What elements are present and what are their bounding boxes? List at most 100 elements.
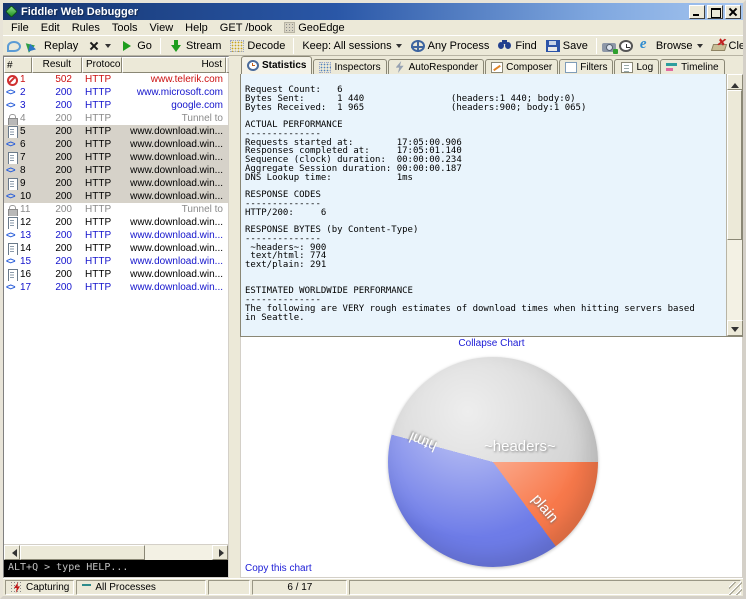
resize-grip-icon[interactable]: [729, 582, 742, 595]
column-header-protocol[interactable]: Protocol: [82, 57, 122, 73]
host-cell: www.download.win...: [122, 282, 226, 293]
menu-item-edit[interactable]: Edit: [35, 21, 66, 35]
clear-cache-button[interactable]: Clear Cache: [709, 39, 746, 53]
replay-icon: [27, 39, 41, 53]
tab-log[interactable]: Log: [614, 59, 659, 74]
session-row[interactable]: 3200HTTPgoogle.com/: [4, 99, 228, 112]
any-process-button[interactable]: Any Process: [408, 38, 493, 53]
capturing-status[interactable]: Capturing: [5, 580, 74, 595]
host-cell: www.microsoft.com: [122, 87, 226, 98]
host-cell: www.download.win...: [122, 165, 226, 176]
vertical-scrollbar[interactable]: [726, 74, 742, 336]
collapse-chart-link[interactable]: Collapse Chart: [458, 338, 524, 349]
delete-button[interactable]: [84, 38, 114, 54]
scroll-up-icon[interactable]: [727, 74, 743, 90]
session-number: 10: [20, 191, 31, 202]
maximize-button[interactable]: [707, 5, 723, 19]
session-row[interactable]: 11200HTTPTunnel togo: [4, 203, 228, 216]
status-message-cell: [349, 580, 741, 595]
panel-splitter[interactable]: [229, 56, 240, 578]
minimize-button[interactable]: [689, 5, 705, 19]
session-row[interactable]: 5200HTTPwww.download.win.../m: [4, 125, 228, 138]
session-number-cell: 4: [4, 113, 32, 125]
fiddler-window: Fiddler Web Debugger FileEditRulesToolsV…: [0, 0, 746, 599]
session-row[interactable]: 17200HTTPwww.download.win.../m: [4, 281, 228, 294]
session-row[interactable]: 7200HTTPwww.download.win.../m: [4, 151, 228, 164]
menu-item-file[interactable]: File: [5, 21, 35, 35]
browser-icon: [639, 39, 653, 53]
session-row[interactable]: 8200HTTPwww.download.win.../m: [4, 164, 228, 177]
session-number: 2: [20, 87, 26, 98]
binoculars-icon: [498, 39, 512, 53]
column-header-result[interactable]: Result: [32, 57, 82, 73]
doc-icon: [6, 243, 18, 255]
replay-button[interactable]: Replay: [24, 38, 81, 54]
session-row[interactable]: 16200HTTPwww.download.win.../m: [4, 268, 228, 281]
result-cell: 502: [32, 74, 82, 85]
session-row[interactable]: 2200HTTPwww.microsoft.com/is: [4, 86, 228, 99]
save-button[interactable]: Save: [543, 38, 591, 53]
scroll-right-icon[interactable]: [212, 545, 228, 560]
scroll-left-icon[interactable]: [4, 545, 20, 560]
session-row[interactable]: 4200HTTPTunnel togo: [4, 112, 228, 125]
code-icon: [6, 256, 18, 268]
tab-filters[interactable]: Filters: [559, 59, 613, 74]
host-cell: www.download.win...: [122, 217, 226, 228]
result-cell: 200: [32, 243, 82, 254]
close-button[interactable]: [725, 5, 741, 19]
lock-icon: [6, 113, 18, 125]
column-header-#[interactable]: #: [4, 57, 32, 73]
session-number-cell: 3: [4, 100, 32, 112]
session-number-cell: 10: [4, 191, 32, 203]
session-row[interactable]: 15200HTTPwww.download.win.../m: [4, 255, 228, 268]
horizontal-scrollbar[interactable]: [4, 544, 228, 560]
stream-button[interactable]: Stream: [166, 38, 224, 54]
scroll-track[interactable]: [727, 240, 742, 320]
tab-composer[interactable]: Composer: [485, 59, 558, 74]
session-number-cell: 11: [4, 204, 32, 216]
doc-icon: [6, 126, 18, 138]
find-button[interactable]: Find: [495, 38, 539, 54]
column-header-host[interactable]: Host: [122, 57, 226, 73]
scroll-thumb[interactable]: [20, 545, 145, 560]
timer-icon[interactable]: [619, 40, 633, 52]
session-number: 3: [20, 100, 26, 111]
tab-statistics[interactable]: Statistics: [241, 56, 312, 74]
session-row[interactable]: 13200HTTPwww.download.win.../m: [4, 229, 228, 242]
tab-timeline[interactable]: Timeline: [660, 59, 724, 74]
toolbar-separator: [596, 38, 597, 54]
details-panel: StatisticsInspectorsAutoResponder Compose…: [240, 56, 743, 578]
menu-item-tools[interactable]: Tools: [106, 21, 144, 35]
tab-inspectors[interactable]: Inspectors: [313, 59, 386, 74]
menu-item-view[interactable]: View: [144, 21, 180, 35]
session-row[interactable]: 9200HTTPwww.download.win.../m: [4, 177, 228, 190]
session-row[interactable]: 10200HTTPwww.download.win.../m: [4, 190, 228, 203]
tab-label: Composer: [506, 62, 552, 73]
scroll-thumb[interactable]: [727, 90, 742, 240]
session-number: 17: [20, 282, 31, 293]
menu-item-get-book[interactable]: GET /book: [214, 21, 278, 35]
quickexec-input[interactable]: ALT+Q > type HELP...: [4, 560, 228, 577]
session-row[interactable]: 6200HTTPwww.download.win.../m: [4, 138, 228, 151]
session-number: 6: [20, 139, 26, 150]
menu-item-help[interactable]: Help: [179, 21, 214, 35]
scroll-down-icon[interactable]: [727, 320, 743, 336]
delete-icon: [87, 39, 101, 53]
go-button[interactable]: Go: [117, 38, 155, 54]
session-row[interactable]: 14200HTTPwww.download.win.../m: [4, 242, 228, 255]
decode-button[interactable]: Decode: [227, 38, 288, 53]
session-row[interactable]: 12200HTTPwww.download.win.../m: [4, 216, 228, 229]
screenshot-icon[interactable]: [602, 43, 616, 52]
menu-item-rules[interactable]: Rules: [66, 21, 106, 35]
menu-item-geoedge[interactable]: GeoEdge: [278, 21, 350, 35]
window-title: Fiddler Web Debugger: [21, 6, 687, 18]
session-row[interactable]: 1502HTTPwww.telerik.com/U: [4, 73, 228, 86]
tab-autoresponder[interactable]: AutoResponder: [388, 59, 485, 74]
comment-icon[interactable]: [7, 41, 21, 52]
menu-bar: FileEditRulesToolsViewHelpGET /bookGeoEd…: [3, 20, 743, 35]
copy-chart-link[interactable]: Copy this chart: [245, 563, 312, 574]
browse-button[interactable]: Browse: [636, 38, 706, 54]
clear-cache-icon: [710, 44, 726, 51]
keep-sessions-dropdown[interactable]: Keep: All sessions: [299, 39, 404, 53]
process-filter-status[interactable]: All Processes: [76, 580, 206, 595]
